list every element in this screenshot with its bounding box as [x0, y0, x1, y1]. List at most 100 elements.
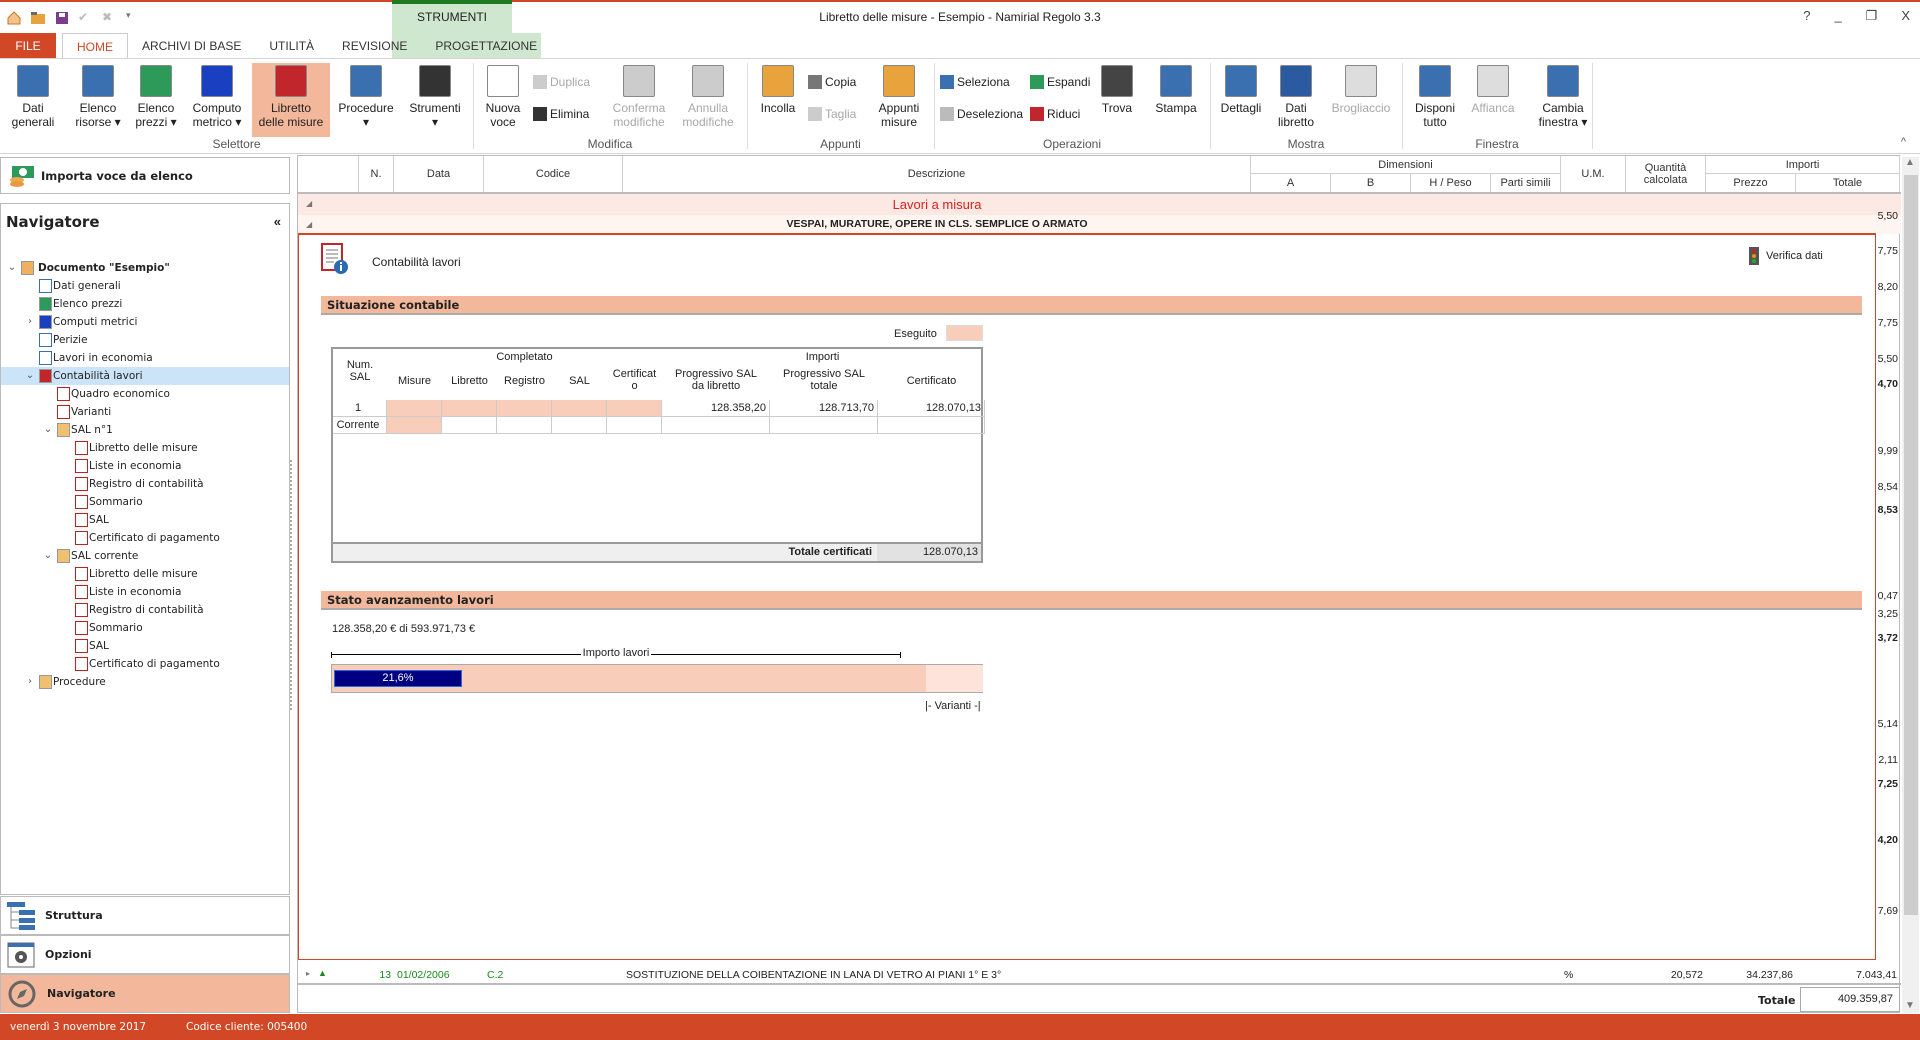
- sal-cell[interactable]: 128.358,20: [662, 400, 770, 417]
- struttura-button[interactable]: Struttura: [0, 896, 290, 935]
- sal-cell[interactable]: [387, 417, 442, 434]
- tree-item[interactable]: SAL: [1, 637, 289, 655]
- cancel-icon[interactable]: ✖: [102, 10, 118, 26]
- opzioni-button[interactable]: Opzioni: [0, 935, 290, 974]
- computo-metrico-button[interactable]: Computo metrico ▾: [189, 63, 245, 137]
- chevron-down-icon[interactable]: ⌄: [43, 421, 53, 439]
- tree-item[interactable]: Varianti: [1, 403, 289, 421]
- table-row-subcategory[interactable]: ◢ VESPAI, MURATURE, OPERE IN CLS. SEMPLI…: [298, 215, 1901, 234]
- collapse-navigator-button[interactable]: «: [274, 214, 281, 229]
- header-prezzo[interactable]: Prezzo: [1706, 174, 1796, 192]
- sal-cell[interactable]: [442, 417, 497, 434]
- save-icon[interactable]: [54, 10, 70, 26]
- elimina-button[interactable]: Elimina: [533, 105, 589, 123]
- nuova-voce-button[interactable]: Nuova voce: [483, 63, 523, 137]
- header-h-peso[interactable]: H / Peso: [1411, 174, 1491, 192]
- tree-item[interactable]: ⌄ SAL n°1: [1, 421, 289, 439]
- tree-item[interactable]: ⌄ Documento "Esempio": [1, 259, 289, 277]
- elenco-prezzi-button[interactable]: Elenco prezzi ▾: [132, 63, 180, 137]
- sal-cell[interactable]: 128.070,13: [878, 400, 985, 417]
- tree-item[interactable]: Sommario: [1, 619, 289, 637]
- appunti-misure-button[interactable]: Appunti misure: [873, 63, 925, 137]
- tree-item[interactable]: Dati generali: [1, 277, 289, 295]
- sal-cell[interactable]: [878, 417, 985, 434]
- elenco-risorse-button[interactable]: Elenco risorse ▾: [72, 63, 124, 137]
- tree-item[interactable]: Liste in economia: [1, 583, 289, 601]
- deseleziona-button[interactable]: Deseleziona: [940, 105, 1023, 123]
- help-button[interactable]: ?: [1803, 8, 1810, 24]
- tree-item[interactable]: › Computi metrici: [1, 313, 289, 331]
- navigatore-button[interactable]: Navigatore: [0, 974, 290, 1013]
- chevron-right-icon[interactable]: ›: [25, 673, 35, 691]
- tab-home[interactable]: HOME: [62, 33, 128, 59]
- collapse-row-icon[interactable]: ◢: [306, 199, 312, 208]
- header-n[interactable]: N.: [359, 156, 394, 192]
- close-button[interactable]: X: [1901, 8, 1910, 24]
- sal-cell[interactable]: [497, 417, 552, 434]
- tab-revisione[interactable]: REVISIONE: [328, 33, 421, 59]
- table-row-category[interactable]: ◢ Lavori a misura: [298, 194, 1901, 215]
- tree-item[interactable]: Sommario: [1, 493, 289, 511]
- import-voce-button[interactable]: Importa voce da elenco: [0, 157, 290, 194]
- header-quantita[interactable]: Quantità calcolata: [1626, 156, 1706, 192]
- tree-item[interactable]: SAL: [1, 511, 289, 529]
- strumenti-button[interactable]: Strumenti ▾: [405, 63, 465, 137]
- verifica-dati-button[interactable]: Verifica dati: [1747, 247, 1823, 265]
- header-um[interactable]: U.M.: [1561, 156, 1626, 192]
- header-codice[interactable]: Codice: [484, 156, 623, 192]
- header-parti-simili[interactable]: Parti simili: [1491, 174, 1561, 192]
- libretto-button[interactable]: Libretto delle misure: [252, 63, 330, 137]
- minimize-button[interactable]: _: [1834, 8, 1841, 24]
- collapse-ribbon-button[interactable]: ^: [1901, 136, 1906, 148]
- disponi-button[interactable]: Disponi tutto: [1410, 63, 1460, 137]
- tree-item[interactable]: Certificato di pagamento: [1, 529, 289, 547]
- row-expander-icon[interactable]: ▸: [306, 969, 310, 978]
- tab-progettazione[interactable]: PROGETTAZIONE: [421, 33, 542, 59]
- chevron-down-icon[interactable]: ⌄: [7, 259, 17, 277]
- sal-cell[interactable]: [497, 400, 552, 417]
- tree-item[interactable]: Quadro economico: [1, 385, 289, 403]
- annulla-button[interactable]: Annulla modifiche: [678, 63, 738, 137]
- header-b[interactable]: B: [1331, 174, 1411, 192]
- trova-button[interactable]: Trova: [1097, 63, 1137, 137]
- tab-utilita[interactable]: UTILITÀ: [255, 33, 328, 59]
- tree-item[interactable]: Libretto delle misure: [1, 565, 289, 583]
- header-descrizione[interactable]: Descrizione: [623, 156, 1251, 192]
- tree-item[interactable]: Liste in economia: [1, 457, 289, 475]
- seleziona-button[interactable]: Seleziona: [940, 73, 1010, 91]
- chevron-down-icon[interactable]: ⌄: [25, 367, 35, 385]
- collapse-row-icon[interactable]: ◢: [306, 220, 312, 229]
- panel-splitter[interactable]: [290, 460, 293, 710]
- restore-button[interactable]: ❐: [1866, 8, 1878, 24]
- header-a[interactable]: A: [1251, 174, 1331, 192]
- espandi-button[interactable]: Espandi: [1030, 73, 1090, 91]
- tree-item[interactable]: › Procedure: [1, 673, 289, 691]
- sal-cell[interactable]: [607, 417, 662, 434]
- sal-cell[interactable]: [442, 400, 497, 417]
- tree-item[interactable]: ⌄ Contabilità lavori: [1, 367, 289, 385]
- sal-cell[interactable]: [662, 417, 770, 434]
- scroll-up-icon[interactable]: ▲: [1905, 157, 1915, 168]
- dettagli-button[interactable]: Dettagli: [1217, 63, 1265, 137]
- header-data[interactable]: Data: [394, 156, 484, 192]
- sal-cell[interactable]: [770, 417, 878, 434]
- confirm-icon[interactable]: ✔: [78, 10, 94, 26]
- sal-cell[interactable]: [552, 400, 607, 417]
- open-folder-icon[interactable]: [30, 10, 46, 26]
- scroll-down-icon[interactable]: ▼: [1905, 1000, 1915, 1011]
- copia-button[interactable]: Copia: [808, 73, 856, 91]
- tree-item[interactable]: Perizie: [1, 331, 289, 349]
- cambia-button[interactable]: Cambia finestra ▾: [1535, 63, 1591, 137]
- sal-cell[interactable]: [387, 400, 442, 417]
- riduci-button[interactable]: Riduci: [1030, 105, 1080, 123]
- tree-item[interactable]: ⌄ SAL corrente: [1, 547, 289, 565]
- table-row[interactable]: ▸ ▲ 13 01/02/2006 C.2 SOSTITUZIONE DELLA…: [298, 966, 1901, 985]
- tab-archivi-di-base[interactable]: ARCHIVI DI BASE: [128, 33, 255, 59]
- tree-item[interactable]: Registro di contabilità: [1, 601, 289, 619]
- tree-item[interactable]: Certificato di pagamento: [1, 655, 289, 673]
- dati-libretto-button[interactable]: Dati libretto: [1272, 63, 1320, 137]
- customize-qat-icon[interactable]: ▾: [126, 10, 142, 26]
- sal-cell[interactable]: 128.713,70: [770, 400, 878, 417]
- stampa-button[interactable]: Stampa: [1152, 63, 1200, 137]
- conferma-button[interactable]: Conferma modifiche: [609, 63, 669, 137]
